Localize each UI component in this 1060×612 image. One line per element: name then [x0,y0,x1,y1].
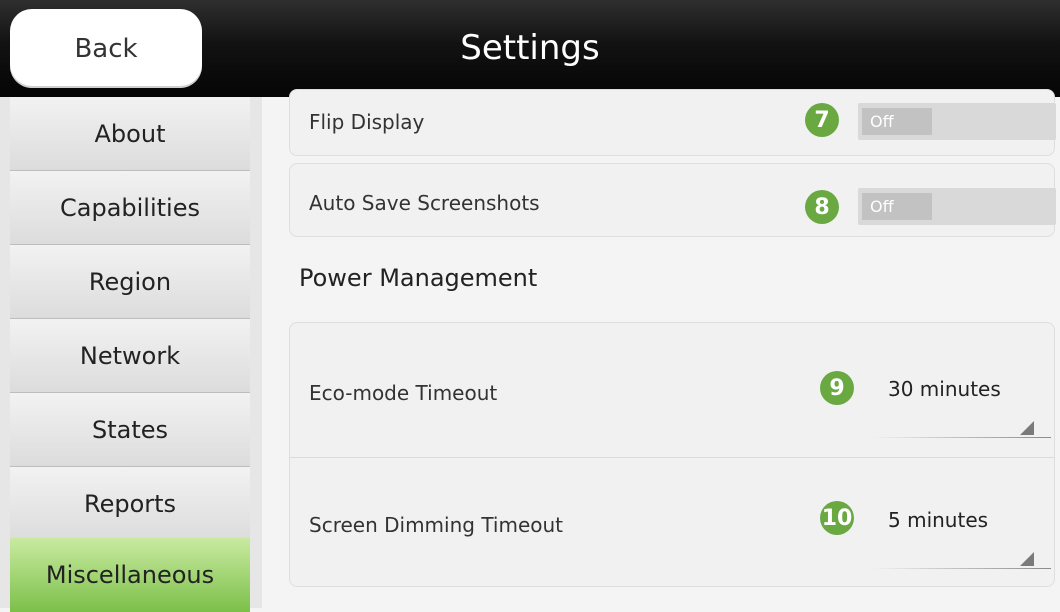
sidebar-item-miscellaneous[interactable]: Miscellaneous [10,538,250,612]
page-title: Settings [460,28,600,68]
dropdown-corner-icon [1020,421,1034,435]
back-button[interactable]: Back [10,9,202,88]
flip-display-toggle[interactable]: Off [858,103,1056,140]
auto-save-screenshots-toggle[interactable]: Off [858,188,1056,225]
callout-badge-9: 9 [820,371,854,405]
power-management-heading: Power Management [299,264,538,292]
select-underline [873,568,1051,569]
sidebar-item-states[interactable]: States [10,393,250,467]
eco-mode-timeout-label: Eco-mode Timeout [309,381,498,405]
flip-display-label: Flip Display [309,110,425,134]
eco-mode-timeout-row: Eco-mode Timeout 9 30 minutes [290,323,1054,458]
callout-badge-10: 10 [820,501,854,535]
sidebar-item-network[interactable]: Network [10,319,250,393]
sidebar-item-reports[interactable]: Reports [10,467,250,541]
screen-dimming-timeout-value: 5 minutes [888,508,989,532]
auto-save-screenshots-label: Auto Save Screenshots [309,191,540,215]
sidebar-item-about[interactable]: About [10,97,250,171]
select-underline [873,437,1051,438]
callout-badge-7: 7 [805,103,839,137]
screen-dimming-timeout-select[interactable]: 5 minutes [873,508,1056,588]
sidebar-item-capabilities[interactable]: Capabilities [10,171,250,245]
power-management-card: Eco-mode Timeout 9 30 minutes Screen Dim… [289,322,1055,587]
screen-dimming-timeout-label: Screen Dimming Timeout [309,513,564,537]
auto-save-screenshots-row: Auto Save Screenshots 8 Off [289,163,1056,237]
header-bar: Back Settings [0,0,1060,97]
sidebar-item-region[interactable]: Region [10,245,250,319]
dropdown-corner-icon [1020,552,1034,566]
callout-badge-8: 8 [805,190,839,224]
screen-dimming-timeout-row: Screen Dimming Timeout 10 5 minutes [290,458,1054,586]
flip-display-row: Flip Display 7 Off [289,89,1056,156]
eco-mode-timeout-select[interactable]: 30 minutes [873,377,1056,457]
toggle-knob: Off [862,193,932,220]
sidebar: About Capabilities Region Network States… [0,97,262,612]
eco-mode-timeout-value: 30 minutes [888,377,1001,401]
settings-content: Flip Display 7 Off Auto Save Screenshots… [262,89,1060,608]
toggle-knob: Off [862,108,932,135]
